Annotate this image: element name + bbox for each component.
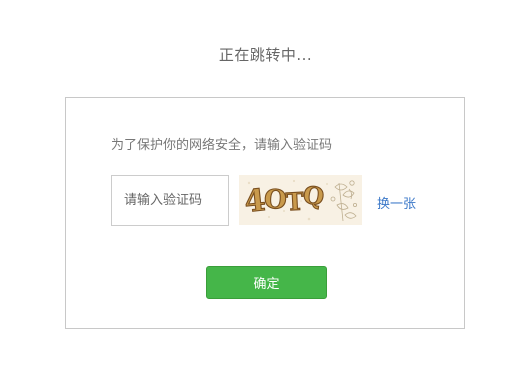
page: 正在跳转中... 为了保护你的网络安全，请输入验证码 请输入验证码 4 O T … <box>0 0 525 388</box>
confirm-button[interactable]: 确定 <box>206 266 327 299</box>
verification-prompt: 为了保护你的网络安全，请输入验证码 <box>111 138 333 153</box>
captcha-image[interactable]: 4 O T Q <box>239 175 362 225</box>
verification-dialog: 为了保护你的网络安全，请输入验证码 请输入验证码 4 O T Q 换一张 确定 <box>65 97 465 329</box>
captcha-input[interactable] <box>111 175 229 226</box>
refresh-captcha-link[interactable]: 换一张 <box>377 193 416 212</box>
captcha-char-4: Q <box>301 180 326 212</box>
redirect-title: 正在跳转中... <box>218 46 313 64</box>
captcha-char-2: O <box>263 184 288 216</box>
